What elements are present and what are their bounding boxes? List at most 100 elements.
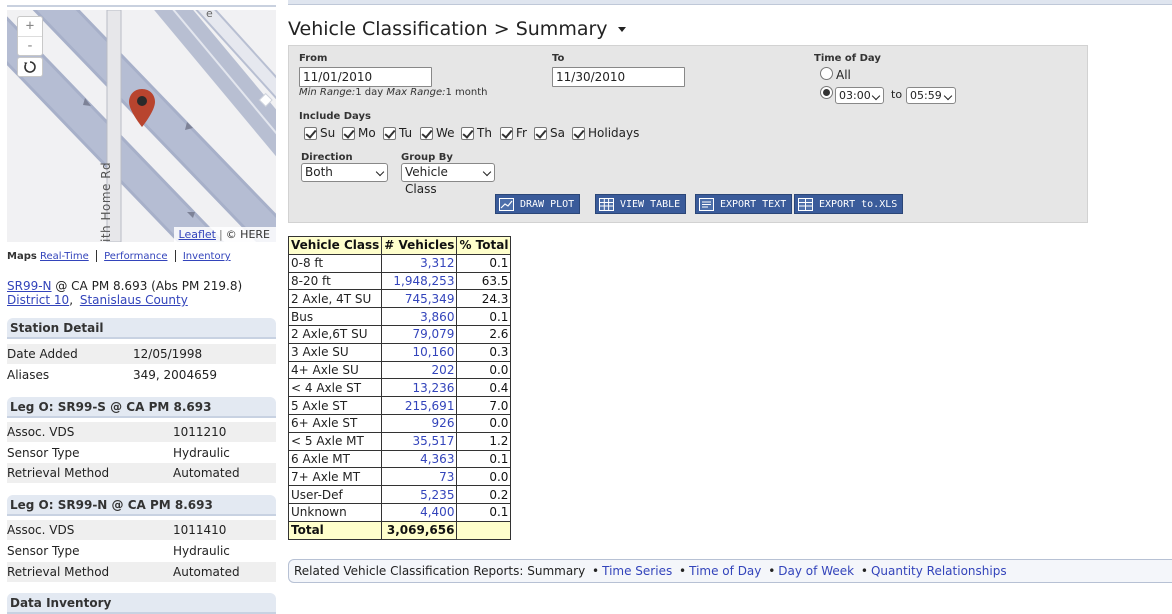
vehicle-class-cell: 6 Axle MT: [287, 449, 383, 469]
day-checkbox-holidays[interactable]: Holidays: [572, 126, 639, 140]
main-top-strip: [288, 0, 1172, 5]
leaflet-link[interactable]: Leaflet: [179, 228, 216, 241]
vehicle-class-cell: 4+ Axle SU: [287, 360, 383, 380]
day-checkbox-fr[interactable]: Fr: [500, 126, 527, 140]
zoom-out-button[interactable]: -: [18, 36, 42, 55]
leg-label: Assoc. VDS: [7, 523, 75, 537]
station-location: SR99-N @ CA PM 8.693 (Abs PM 219.8) Dist…: [7, 279, 276, 307]
page-title[interactable]: Vehicle Classification > Summary: [288, 18, 626, 40]
percent-cell: 0.1: [456, 253, 512, 273]
divider: [174, 250, 176, 262]
vehicle-class-cell: 2 Axle, 4T SU: [287, 289, 383, 309]
related-link-time-series[interactable]: Time Series: [602, 564, 672, 578]
draw-plot-button[interactable]: DRAW PLOT: [495, 194, 581, 214]
leg-row: Assoc. VDS 1011410: [7, 520, 276, 540]
vehicle-class-cell: 8-20 ft: [287, 271, 383, 291]
day-checkbox-sa[interactable]: Sa: [534, 126, 565, 140]
tod-range-radio[interactable]: [820, 86, 833, 99]
percent-cell: 0.4: [456, 378, 512, 398]
detail-value: 12/05/1998: [133, 347, 203, 361]
vehicle-class-cell: 7+ Axle MT: [287, 467, 383, 487]
leg-row: Assoc. VDS 1011210: [7, 422, 276, 442]
map-attribution: Leaflet | © HERE: [173, 227, 276, 242]
county-link[interactable]: Stanislaus County: [80, 293, 188, 307]
map-link-inventory[interactable]: Inventory: [183, 251, 231, 262]
table-total-row: Total 3,069,656: [287, 520, 512, 540]
vehicle-count-link[interactable]: 1,948,253: [381, 271, 458, 291]
tod-end-select[interactable]: 05:59: [906, 87, 956, 104]
tod-all-radio[interactable]: [820, 67, 833, 80]
page-title-text: Vehicle Classification > Summary: [288, 18, 608, 40]
group-by-select[interactable]: Vehicle Class: [401, 163, 495, 196]
related-link-quantity-relationships[interactable]: Quantity Relationships: [871, 564, 1007, 578]
max-range-value: 1 month: [445, 87, 488, 98]
map-link-performance[interactable]: Performance: [104, 251, 167, 262]
vehicle-count-link[interactable]: 73: [381, 467, 458, 487]
vehicle-count-link[interactable]: 745,349: [381, 289, 458, 309]
vehicle-count-link[interactable]: 79,079: [381, 324, 458, 344]
reset-view-button[interactable]: [17, 57, 43, 77]
location-text: @ CA PM 8.693 (Abs PM 219.8): [55, 279, 243, 293]
vehicle-class-cell: Bus: [287, 307, 383, 326]
station-detail-title: Station Detail: [7, 318, 276, 339]
vehicle-class-cell: 2 Axle,6T SU: [287, 324, 383, 344]
to-date-input[interactable]: 11/30/2010: [552, 67, 685, 87]
attribution-separator: |: [218, 228, 223, 241]
from-label: From: [299, 53, 328, 64]
zoom-control: + -: [17, 16, 43, 56]
leg-row: Retrieval Method Automated: [7, 562, 276, 582]
related-link-day-of-week[interactable]: Day of Week: [778, 564, 854, 578]
percent-cell: 63.5: [456, 271, 512, 291]
related-link-time-of-day[interactable]: Time of Day: [689, 564, 761, 578]
district-link[interactable]: District 10: [7, 293, 69, 307]
percent-cell: 0.2: [456, 485, 512, 504]
vehicle-count-link[interactable]: 35,517: [381, 431, 458, 451]
percent-cell: 0.0: [456, 413, 512, 433]
vehicle-count-link[interactable]: 13,236: [381, 378, 458, 398]
direction-select[interactable]: Both: [301, 163, 388, 182]
table-row: 7+ Axle MT 73 0.0: [287, 467, 512, 487]
to-label: To: [552, 53, 565, 64]
map-link-realtime[interactable]: Real-Time: [40, 251, 89, 262]
percent-cell: 24.3: [456, 289, 512, 309]
vehicle-count-link[interactable]: 3,312: [381, 253, 458, 273]
export-xls-button[interactable]: EXPORT to.XLS: [794, 194, 904, 214]
detail-label: Aliases: [7, 368, 50, 382]
day-checkbox-su[interactable]: Su: [304, 126, 335, 140]
leg-label: Retrieval Method: [7, 466, 110, 480]
chevron-down-icon[interactable]: [617, 27, 626, 32]
from-date-input[interactable]: 11/01/2010: [299, 67, 432, 87]
column-header: # Vehicles: [381, 236, 458, 255]
vehicle-count-link[interactable]: 10,160: [381, 342, 458, 362]
leg-row: Sensor Type Hydraulic: [7, 541, 276, 561]
vehicle-count-link[interactable]: 5,235: [381, 485, 458, 504]
vehicle-count-link[interactable]: 926: [381, 413, 458, 433]
view-table-button[interactable]: VIEW TABLE: [595, 194, 687, 214]
zoom-in-button[interactable]: +: [18, 17, 42, 36]
vehicle-count-link[interactable]: 4,400: [381, 502, 458, 522]
export-text-button[interactable]: EXPORT TEXT: [695, 194, 793, 214]
vehicle-count-link[interactable]: 215,691: [381, 396, 458, 415]
bullet: •: [860, 564, 868, 578]
station-marker-icon[interactable]: [127, 88, 157, 132]
tod-start-select[interactable]: 03:00: [835, 87, 884, 104]
leg-value: 1011210: [173, 425, 227, 439]
day-checkbox-th[interactable]: Th: [461, 126, 492, 140]
percent-cell: 1.2: [456, 431, 512, 451]
day-checkbox-tu[interactable]: Tu: [383, 126, 412, 140]
route-link[interactable]: SR99-N: [7, 279, 52, 293]
station-map[interactable]: e + - ith Home Rd Leaflet | © HERE: [7, 10, 276, 242]
time-of-day-label: Time of Day: [814, 53, 881, 64]
vehicle-count-link[interactable]: 202: [381, 360, 458, 380]
related-prefix: Related Vehicle Classification Reports: …: [294, 564, 586, 578]
table-row: 6 Axle MT 4,363 0.1: [287, 449, 512, 469]
here-attribution: © HERE: [225, 228, 270, 241]
table-row: User-Def 5,235 0.2: [287, 485, 512, 504]
day-checkbox-mo[interactable]: Mo: [342, 126, 376, 140]
day-checkbox-we[interactable]: We: [420, 126, 455, 140]
vehicle-count-link[interactable]: 3,860: [381, 307, 458, 326]
group-by-label: Group By: [401, 152, 453, 163]
tod-to-label: to: [891, 88, 903, 101]
spreadsheet-icon: [798, 197, 813, 211]
vehicle-count-link[interactable]: 4,363: [381, 449, 458, 469]
